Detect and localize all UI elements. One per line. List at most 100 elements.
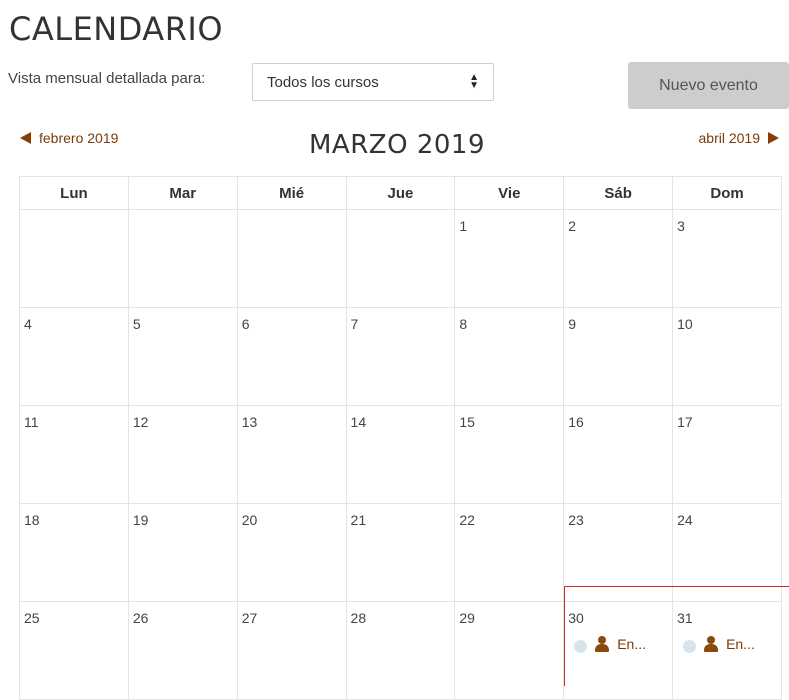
page-title: CALENDARIO	[9, 10, 224, 48]
day-cell[interactable]: 13	[236, 405, 347, 504]
week-row: 11 12 13 14 15 16 17	[19, 405, 782, 504]
day-cell-empty	[236, 209, 347, 308]
day-number: 11	[24, 414, 39, 430]
day-number: 16	[568, 414, 584, 430]
day-cell[interactable]: 1	[454, 209, 565, 308]
weekday-header: Lun	[19, 176, 129, 210]
event-label[interactable]: En...	[617, 636, 646, 652]
event-item[interactable]: En...	[574, 634, 646, 653]
day-cell[interactable]: 24	[672, 503, 782, 602]
week-row: 18 19 20 21 22 23 24	[19, 503, 782, 602]
week-row: 1 2 3	[19, 209, 782, 308]
prev-month-link[interactable]: febrero 2019	[20, 130, 118, 146]
day-number: 19	[132, 512, 149, 528]
day-cell-empty	[19, 209, 129, 308]
day-cell[interactable]: 30 En...	[563, 601, 674, 700]
event-dot-icon	[574, 640, 588, 653]
day-cell[interactable]: 22	[454, 503, 565, 602]
day-cell[interactable]: 21	[345, 503, 456, 602]
day-number: 27	[241, 610, 258, 626]
day-cell[interactable]: 27	[236, 601, 347, 700]
event-item[interactable]: En...	[683, 634, 755, 653]
day-cell[interactable]: 7	[345, 307, 456, 406]
day-cell[interactable]: 15	[454, 405, 565, 504]
day-cell[interactable]: 5	[127, 307, 238, 406]
filter-label: Vista mensual detallada para:	[8, 70, 206, 87]
day-number: 15	[459, 414, 475, 430]
arrow-left-icon	[20, 132, 31, 144]
day-number: 9	[568, 316, 577, 332]
prev-month-label: febrero 2019	[39, 130, 119, 146]
weekday-header: Mié	[236, 176, 347, 210]
user-icon	[595, 635, 610, 652]
day-number: 7	[350, 316, 359, 332]
new-event-button[interactable]: Nuevo evento	[628, 62, 789, 109]
day-number: 18	[24, 512, 40, 528]
weekday-header: Dom	[672, 176, 782, 210]
day-number: 30	[568, 610, 584, 626]
course-select-value: Todos los cursos	[267, 73, 379, 91]
day-cell[interactable]: 31 En...	[672, 601, 782, 700]
weekday-header-row: Lun Mar Mié Jue Vie Sáb Dom	[19, 176, 782, 210]
day-cell[interactable]: 6	[236, 307, 347, 406]
day-cell[interactable]: 18	[19, 503, 129, 602]
day-cell[interactable]: 28	[345, 601, 456, 700]
day-cell[interactable]: 20	[236, 503, 347, 602]
next-month-label: abril 2019	[698, 130, 761, 146]
day-cell[interactable]: 14	[345, 405, 456, 504]
day-cell[interactable]: 9	[563, 307, 674, 406]
day-number: 24	[677, 512, 693, 528]
day-cell[interactable]: 26	[127, 601, 238, 700]
calendar-grid: Lun Mar Mié Jue Vie Sáb Dom 1 2 3 4 5 6 …	[19, 176, 782, 700]
day-number: 29	[459, 610, 475, 626]
day-number: 2	[568, 218, 577, 234]
day-cell-empty	[345, 209, 456, 308]
day-number: 25	[24, 610, 40, 626]
day-number: 5	[132, 316, 141, 332]
day-cell[interactable]: 2	[563, 209, 674, 308]
day-number: 8	[459, 316, 468, 332]
weekday-header: Jue	[345, 176, 456, 210]
user-icon	[704, 635, 719, 652]
day-number: 3	[677, 218, 685, 234]
day-number: 1	[459, 218, 468, 234]
weekday-header: Mar	[127, 176, 238, 210]
day-cell[interactable]: 10	[672, 307, 782, 406]
day-cell[interactable]: 23	[563, 503, 674, 602]
day-cell[interactable]: 4	[19, 307, 129, 406]
day-cell[interactable]: 19	[127, 503, 238, 602]
day-cell[interactable]: 12	[127, 405, 238, 504]
day-number: 4	[24, 316, 32, 332]
arrow-right-icon	[768, 132, 779, 144]
next-month-link[interactable]: abril 2019	[698, 130, 779, 146]
day-number: 12	[132, 414, 149, 430]
day-number: 13	[241, 414, 258, 430]
day-number: 20	[241, 512, 258, 528]
select-updown-icon: ▲ ▼	[469, 72, 479, 91]
day-cell-empty	[127, 209, 238, 308]
day-cell[interactable]: 25	[19, 601, 129, 700]
day-cell[interactable]: 29	[454, 601, 565, 700]
course-select[interactable]: Todos los cursos ▲ ▼	[252, 63, 494, 101]
month-title: MARZO 2019	[309, 130, 485, 160]
day-number: 31	[677, 610, 693, 626]
day-number: 26	[132, 610, 149, 626]
day-number: 22	[459, 512, 475, 528]
day-cell[interactable]: 3	[672, 209, 782, 308]
day-number: 28	[350, 610, 367, 626]
day-number: 10	[677, 316, 693, 332]
weekday-header: Vie	[454, 176, 565, 210]
day-number: 17	[677, 414, 693, 430]
day-cell[interactable]: 8	[454, 307, 565, 406]
day-number: 23	[568, 512, 584, 528]
day-number: 21	[350, 512, 367, 528]
day-cell[interactable]: 17	[672, 405, 782, 504]
day-number: 6	[241, 316, 250, 332]
week-row: 25 26 27 28 29 30 En... 31 En...	[19, 601, 782, 700]
event-label[interactable]: En...	[726, 636, 755, 652]
week-row: 4 5 6 7 8 9 10	[19, 307, 782, 406]
day-number: 14	[350, 414, 367, 430]
weekday-header: Sáb	[563, 176, 674, 210]
day-cell[interactable]: 11	[19, 405, 129, 504]
day-cell[interactable]: 16	[563, 405, 674, 504]
